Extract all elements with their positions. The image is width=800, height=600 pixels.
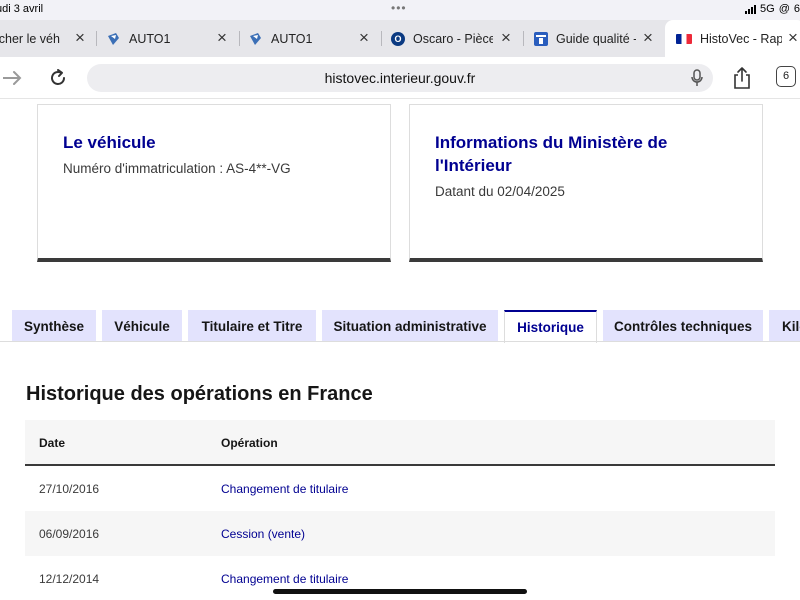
browser-tab-title: HistoVec - Rap bbox=[700, 31, 782, 46]
history-table: Date Opération 27/10/2016 Changement de … bbox=[25, 420, 775, 600]
table-header: Date Opération bbox=[25, 420, 775, 466]
row-operation: Changement de titulaire bbox=[221, 482, 349, 496]
guide-icon bbox=[534, 31, 548, 46]
row-date: 12/12/2014 bbox=[39, 572, 100, 586]
status-indicators: 5G @ 6 bbox=[745, 3, 800, 15]
column-header-date: Date bbox=[39, 436, 66, 450]
column-header-operation: Opération bbox=[221, 436, 278, 450]
browser-tab-title: Guide qualité - bbox=[556, 31, 636, 46]
row-date: 27/10/2016 bbox=[39, 482, 100, 496]
url-bar[interactable]: histovec.interieur.gouv.fr bbox=[87, 64, 713, 92]
browser-tab[interactable]: Guide qualité - × bbox=[534, 20, 664, 57]
tab-separator bbox=[523, 31, 524, 46]
close-tab-icon[interactable]: × bbox=[498, 29, 514, 46]
oscaro-icon: O bbox=[391, 31, 405, 46]
vehicle-card: Le véhicule Numéro d'immatriculation : A… bbox=[37, 104, 391, 262]
browser-tab[interactable]: icher le véhi × bbox=[0, 20, 96, 57]
report-tabs: Synthèse Véhicule Titulaire et Titre Sit… bbox=[0, 310, 800, 343]
home-indicator[interactable] bbox=[273, 589, 527, 594]
row-date: 06/09/2016 bbox=[39, 527, 100, 541]
french-flag-icon bbox=[676, 33, 692, 44]
auto1-icon bbox=[107, 32, 121, 46]
tab-separator bbox=[96, 31, 97, 46]
ministry-card: Informations du Ministère de l'Intérieur… bbox=[409, 104, 763, 262]
ministry-title-line1: Informations du Ministère de bbox=[435, 133, 668, 152]
row-operation: Changement de titulaire bbox=[221, 572, 349, 586]
url-text: histovec.interieur.gouv.fr bbox=[324, 70, 476, 86]
row-operation: Cession (vente) bbox=[221, 527, 306, 541]
tab-separator bbox=[239, 31, 240, 46]
close-tab-icon[interactable]: × bbox=[785, 29, 800, 46]
status-date: udi 3 avril bbox=[0, 3, 44, 15]
reload-icon[interactable] bbox=[44, 64, 72, 92]
ministry-date: Datant du 02/04/2025 bbox=[435, 184, 565, 199]
close-tab-icon[interactable]: × bbox=[640, 29, 656, 46]
tab-vehicule[interactable]: Véhicule bbox=[102, 310, 182, 342]
cellular-signal-icon bbox=[745, 4, 757, 14]
browser-tab-title: AUTO1 bbox=[129, 31, 171, 46]
close-tab-icon[interactable]: × bbox=[72, 29, 88, 46]
tab-panel-border bbox=[0, 341, 800, 342]
table-row: 27/10/2016 Changement de titulaire bbox=[25, 466, 775, 511]
tab-situation-administrative[interactable]: Situation administrative bbox=[322, 310, 498, 342]
browser-tab-title: AUTO1 bbox=[271, 31, 313, 46]
tab-separator bbox=[381, 31, 382, 46]
browser-tab[interactable]: AUTO1 × bbox=[249, 20, 380, 57]
share-icon[interactable] bbox=[730, 64, 754, 92]
tab-historique[interactable]: Historique bbox=[504, 310, 597, 343]
browser-tab[interactable]: O Oscaro - Pièce × bbox=[391, 20, 522, 57]
battery-text: 6 bbox=[793, 3, 800, 15]
close-tab-icon[interactable]: × bbox=[356, 29, 372, 46]
multitasking-dots-icon[interactable]: ••• bbox=[391, 1, 407, 15]
browser-tab[interactable]: AUTO1 × bbox=[107, 20, 238, 57]
tab-count-button[interactable]: 6 bbox=[776, 66, 796, 87]
tab-titulaire[interactable]: Titulaire et Titre bbox=[188, 310, 316, 342]
browser-tab-title: Oscaro - Pièce bbox=[413, 31, 493, 46]
page-content: Le véhicule Numéro d'immatriculation : A… bbox=[0, 100, 800, 600]
at-sign-icon: @ bbox=[778, 3, 790, 15]
tab-synthese[interactable]: Synthèse bbox=[12, 310, 96, 342]
table-row: 06/09/2016 Cession (vente) bbox=[25, 511, 775, 556]
ministry-title-line2: l'Intérieur bbox=[435, 156, 512, 175]
ministry-card-title: Informations du Ministère de l'Intérieur bbox=[435, 131, 667, 177]
status-bar: udi 3 avril ••• 5G @ 6 bbox=[0, 0, 800, 20]
browser-tab-strip: icher le véhi × AUTO1 × AUTO1 × O Oscaro… bbox=[0, 20, 800, 57]
registration-number: Numéro d'immatriculation : AS-4**-VG bbox=[63, 161, 291, 176]
history-title: Historique des opérations en France bbox=[26, 383, 373, 405]
network-type: 5G bbox=[760, 3, 775, 15]
close-tab-icon[interactable]: × bbox=[214, 29, 230, 46]
auto1-icon bbox=[249, 32, 263, 46]
forward-arrow-icon[interactable] bbox=[0, 64, 26, 92]
browser-toolbar: histovec.interieur.gouv.fr bbox=[0, 57, 800, 99]
tab-kilometrage[interactable]: Kilo bbox=[769, 310, 800, 342]
tab-controles-techniques[interactable]: Contrôles techniques bbox=[603, 310, 763, 342]
browser-tab-active[interactable]: HistoVec - Rap × bbox=[665, 20, 800, 57]
vehicle-card-title: Le véhicule bbox=[63, 133, 156, 152]
microphone-icon[interactable] bbox=[691, 69, 703, 92]
browser-tab-title: icher le véhi bbox=[0, 31, 60, 46]
